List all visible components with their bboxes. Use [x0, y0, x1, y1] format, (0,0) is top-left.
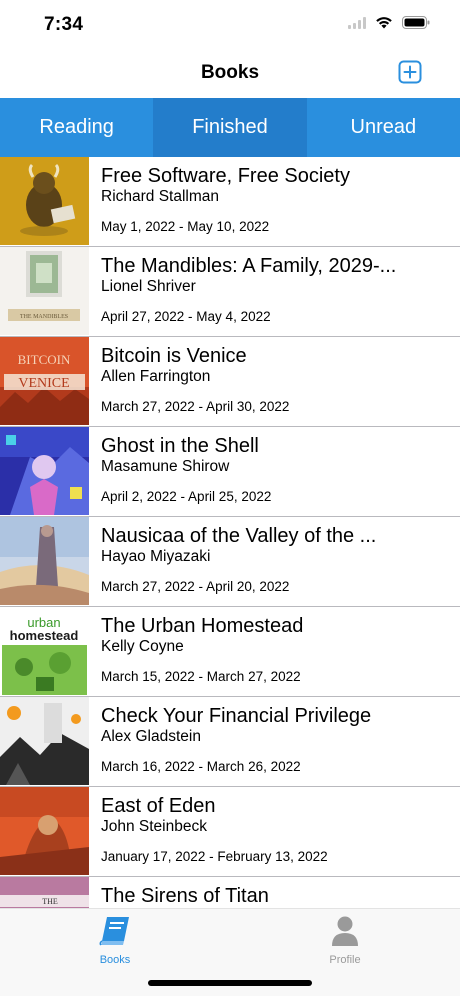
book-row[interactable]: East of Eden John Steinbeck January 17, … [0, 787, 460, 877]
filter-segments: Reading Finished Unread [0, 98, 460, 157]
cover-text: THE MANDIBLES [20, 314, 68, 320]
status-bar: 7:34 [0, 0, 460, 52]
cover-title-line2: VENICE [18, 376, 69, 391]
cover-title-line1: BITCOIN [18, 352, 71, 367]
book-row[interactable]: Nausicaa of the Valley of the ... Hayao … [0, 517, 460, 607]
book-list: Free Software, Free Society Richard Stal… [0, 157, 460, 908]
book-author: Hayao Miyazaki [101, 548, 211, 565]
book-row[interactable]: THE MANDIBLES The Mandibles: A Family, 2… [0, 247, 460, 337]
segment-reading[interactable]: Reading [0, 98, 153, 157]
segment-unread[interactable]: Unread [307, 98, 460, 157]
book-title: The Urban Homestead [101, 615, 304, 637]
book-dates: April 2, 2022 - April 25, 2022 [101, 489, 272, 504]
book-author: John Steinbeck [101, 818, 207, 835]
signal-icon [348, 16, 366, 29]
book-cover: THE MANDIBLES [0, 247, 89, 335]
wifi-icon [376, 17, 392, 29]
book-author: Kelly Coyne [101, 638, 184, 655]
tab-profile-label: Profile [329, 954, 361, 966]
book-row[interactable]: Ghost in the Shell Masamune Shirow April… [0, 427, 460, 517]
book-dates: March 16, 2022 - March 26, 2022 [101, 759, 301, 774]
book-author: Richard Stallman [101, 188, 220, 205]
book-row[interactable]: Check Your Financial Privilege Alex Glad… [0, 697, 460, 787]
book-author: Alex Gladstein [101, 728, 201, 745]
book-row[interactable]: Free Software, Free Society Richard Stal… [0, 157, 460, 247]
book-row[interactable]: THE The Sirens of Titan [0, 877, 460, 908]
page-title: Books [200, 62, 260, 83]
book-cover [0, 787, 89, 875]
book-cover [0, 697, 89, 785]
person-icon [332, 916, 358, 946]
tab-books-label: Books [99, 954, 131, 966]
book-dates: April 27, 2022 - May 4, 2022 [101, 309, 271, 324]
book-author: Masamune Shirow [101, 458, 230, 475]
book-title: Ghost in the Shell [101, 435, 259, 457]
battery-icon [402, 16, 430, 29]
book-dates: May 1, 2022 - May 10, 2022 [101, 219, 270, 234]
book-title: Free Software, Free Society [101, 165, 350, 187]
book-title: The Sirens of Titan [101, 885, 269, 907]
book-title: Bitcoin is Venice [101, 345, 247, 367]
status-time: 7:34 [44, 14, 84, 35]
book-cover [0, 517, 89, 605]
add-book-button[interactable] [398, 60, 422, 84]
book-icon [99, 917, 129, 946]
book-cover: BITCOIN VENICE [0, 337, 89, 425]
book-cover [0, 157, 89, 245]
book-author: Lionel Shriver [101, 278, 196, 295]
nav-bar: Books [0, 52, 460, 98]
book-dates: March 15, 2022 - March 27, 2022 [101, 669, 301, 684]
book-dates: January 17, 2022 - February 13, 2022 [101, 849, 328, 864]
tab-books[interactable]: Books [65, 915, 165, 966]
book-title: Nausicaa of the Valley of the ... [101, 525, 377, 547]
book-row[interactable]: BITCOIN VENICE Bitcoin is Venice Allen F… [0, 337, 460, 427]
book-title: The Mandibles: A Family, 2029-... [101, 255, 397, 277]
book-cover: THE [0, 877, 89, 908]
status-icons [348, 16, 430, 29]
tab-profile[interactable]: Profile [295, 915, 395, 966]
segment-finished[interactable]: Finished [153, 98, 307, 157]
book-cover: urban homestead [0, 607, 89, 695]
cover-text: THE [42, 897, 58, 906]
book-dates: March 27, 2022 - April 30, 2022 [101, 399, 290, 414]
book-row[interactable]: urban homestead The Urban Homestead Kell… [0, 607, 460, 697]
cover-title-line2: homestead [10, 628, 79, 643]
book-title: East of Eden [101, 795, 216, 817]
book-cover [0, 427, 89, 515]
home-indicator [148, 980, 312, 986]
book-dates: March 27, 2022 - April 20, 2022 [101, 579, 290, 594]
book-title: Check Your Financial Privilege [101, 705, 372, 727]
book-author: Allen Farrington [101, 368, 211, 385]
